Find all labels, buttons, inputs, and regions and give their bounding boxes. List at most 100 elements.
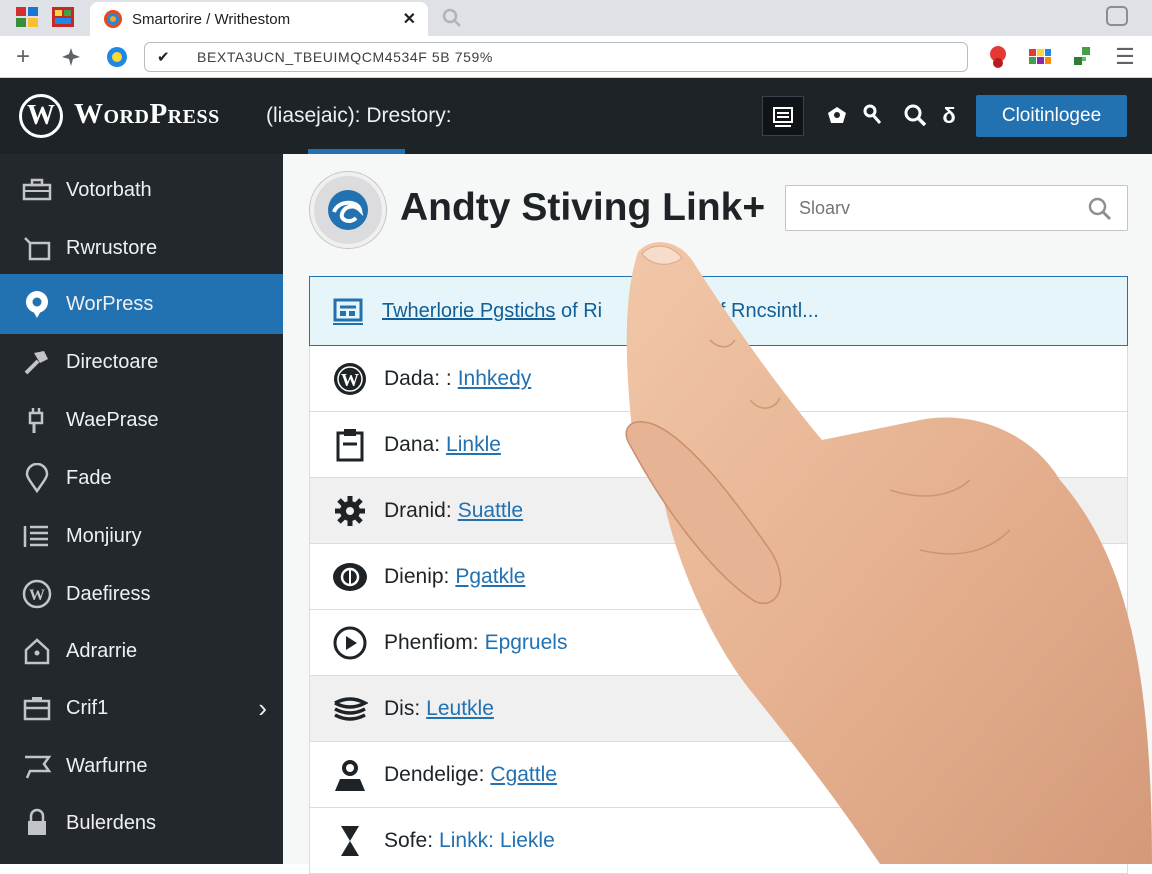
sidebar-item-label: Monjiury — [66, 524, 142, 547]
primary-action-button[interactable]: Cloitinlogee — [976, 95, 1127, 137]
sidebar-item-monjiury[interactable]: Monjiury — [0, 507, 283, 565]
row-link[interactable]: Suattle — [458, 499, 523, 523]
svg-text:W: W — [341, 370, 359, 390]
hourglass-icon — [341, 825, 359, 856]
sidebar-item-label: Crif1 — [66, 696, 109, 719]
banner-text-end: uks of Rncsintl... — [672, 299, 819, 322]
row-label: Dis: — [384, 696, 421, 720]
toolbox-icon — [22, 178, 52, 201]
row-link[interactable]: Cgattle — [490, 763, 557, 787]
flag-icon — [25, 755, 52, 779]
sidebar-item-fade[interactable]: Fade — [0, 449, 283, 507]
browser-tab-active[interactable]: Smartorire / Writhestom ✕ — [90, 2, 428, 36]
people-icon[interactable] — [860, 96, 884, 136]
plugin-icon[interactable] — [824, 96, 850, 136]
brand-name[interactable]: WordPress — [74, 98, 220, 131]
notifications-button[interactable]: δ — [938, 96, 960, 136]
list-item: Phenfiom: Epgruels — [309, 610, 1128, 676]
site-globe-icon[interactable] — [106, 46, 128, 68]
clipboard-icon — [336, 428, 364, 461]
chevron-right-icon[interactable]: › — [258, 695, 267, 721]
row-link[interactable]: Pgatkle — [455, 565, 525, 589]
sidebar-item-label: Directoare — [66, 350, 159, 373]
browser-tab-bar: Smartorire / Writhestom ✕ — [0, 0, 1152, 36]
sidebar-item-label: WaePrase — [66, 408, 159, 431]
row-link[interactable]: Liekle — [500, 829, 555, 853]
sidebar-item-bulerdens[interactable]: Bulerdens — [0, 794, 283, 852]
admin-sidebar: Votorbath Rwrustore WorPress Directoare … — [0, 154, 283, 864]
extension-grid-icon[interactable] — [1028, 45, 1052, 69]
avatar[interactable] — [310, 172, 386, 248]
home-icon — [24, 638, 50, 665]
sidebar-item-crif1[interactable]: Crif1 › — [0, 679, 283, 737]
search-input[interactable] — [799, 197, 1079, 219]
extension-puzzle-icon[interactable] — [60, 46, 82, 68]
bubble-icon — [26, 291, 48, 318]
sidebar-item-label: Votorbath — [66, 178, 152, 201]
search-box[interactable] — [785, 185, 1128, 231]
list-item: Dis: Leutkle — [309, 676, 1128, 742]
add-icon[interactable]: + — [12, 45, 34, 69]
app-icon[interactable] — [16, 7, 38, 27]
sidebar-item-worpress[interactable]: WorPress — [0, 274, 283, 334]
sidebar-item-waeprase[interactable]: WaePrase — [0, 391, 283, 449]
gear-icon — [335, 495, 365, 526]
sidebar-item-votorbath[interactable]: Votorbath — [0, 161, 283, 219]
row-label: Phenfiom: — [384, 630, 479, 654]
plug-icon — [28, 408, 44, 433]
app-icon[interactable] — [52, 7, 74, 27]
search-icon[interactable] — [902, 96, 928, 136]
list-item: Dranid: Suattle — [309, 478, 1128, 544]
sidebar-item-label: Bulerdens — [66, 811, 157, 834]
sidebar-item-adrarrie[interactable]: Adrarrie — [0, 622, 283, 680]
sidebar-item-label: Rwrustore — [66, 236, 158, 259]
swirl-logo-icon — [328, 190, 368, 230]
hammer-icon — [24, 351, 48, 375]
sidebar-item-label: Daefiress — [66, 582, 151, 605]
play-icon — [333, 626, 367, 659]
row-link[interactable]: Linkle — [446, 433, 501, 457]
register-icon — [333, 298, 363, 325]
list-item: Sofe: Linkk: Liekle — [309, 808, 1128, 874]
extension-blocks-icon[interactable] — [1070, 45, 1094, 69]
list-item: Dienip: Pgatkle — [309, 544, 1128, 610]
row-label: Dada: : — [384, 366, 452, 390]
sidebar-item-directoare[interactable]: Directoare — [0, 333, 283, 391]
wp-icon: W — [22, 579, 52, 609]
row-link[interactable]: Leutkle — [426, 697, 494, 721]
search-icon[interactable] — [1087, 196, 1113, 222]
store-icon — [24, 237, 51, 261]
row-link[interactable]: Epgruels — [485, 631, 568, 655]
sidebar-item-label: Fade — [66, 466, 112, 489]
wordpress-logo-icon[interactable]: W — [19, 94, 63, 138]
sidebar-item-rwrustore[interactable]: Rwrustore — [0, 219, 283, 277]
globe-icon — [333, 562, 367, 591]
profile-icon[interactable] — [1106, 6, 1128, 26]
url-text[interactable]: BEXTA3UCN_TBEUIMQCM4534F 5B 759% — [197, 49, 493, 65]
pin-icon — [25, 463, 49, 493]
tab-close-icon[interactable]: ✕ — [403, 9, 416, 29]
row-label: Sofe: — [384, 828, 434, 852]
row-label: Dana: — [384, 432, 441, 456]
row-label: Dienip: — [384, 564, 450, 588]
list-header-banner[interactable]: Twherlorie Pgstichs of Ri uks of Rncsintl… — [309, 276, 1128, 346]
wordpress-icon: W — [334, 362, 366, 395]
row-label: Dendelige: — [384, 762, 485, 786]
breadcrumb: (liasejaic): Drestory: — [266, 104, 452, 127]
extension-mushroom-icon[interactable] — [986, 45, 1010, 69]
address-bar[interactable]: ✔ BEXTA3UCN_TBEUIMQCM4534F 5B 759% — [144, 42, 968, 72]
sidebar-item-warfurne[interactable]: Warfurne — [0, 737, 283, 795]
screen-options-icon[interactable] — [762, 96, 804, 136]
banner-link[interactable]: Twherlorie Pgstichs — [382, 300, 555, 322]
banner-text-mid: of Ri — [555, 299, 603, 322]
row-link-secondary[interactable]: Linkk: — [439, 829, 494, 853]
sidebar-item-daefiress[interactable]: W Daefiress — [0, 565, 283, 623]
list-item: Dana: Linkle — [309, 412, 1128, 478]
search-tab-icon[interactable] — [440, 6, 464, 30]
wp-admin-header: W WordPress (liasejaic): Drestory: δ Clo… — [0, 78, 1152, 154]
site-favicon-icon — [104, 10, 122, 28]
menu-icon[interactable]: ☰ — [1114, 46, 1136, 68]
row-link[interactable]: Inhkedy — [458, 367, 532, 391]
briefcase-icon — [23, 697, 51, 721]
list-item: Dendelige: Cgattle — [309, 742, 1128, 808]
